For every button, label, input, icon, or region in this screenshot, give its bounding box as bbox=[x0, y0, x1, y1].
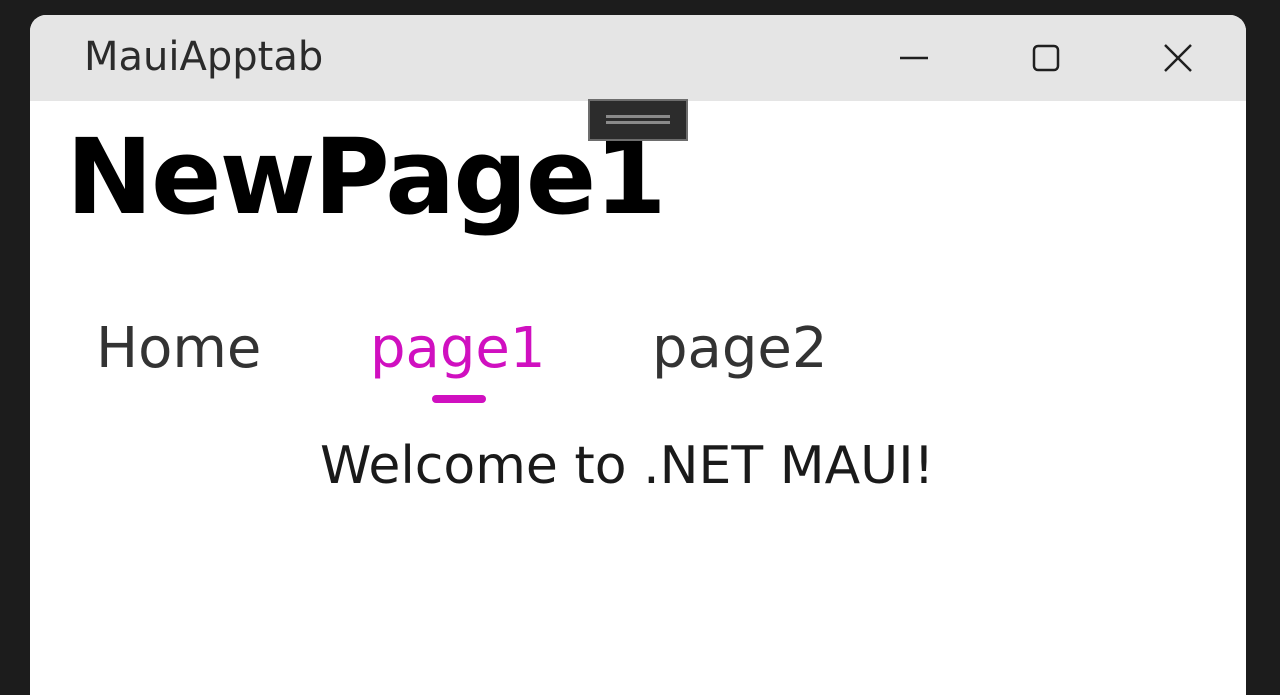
page-title: NewPage1 bbox=[66, 116, 667, 238]
tab-bar: Home page1 page2 bbox=[30, 315, 1246, 425]
window-title: MauiApptab bbox=[84, 34, 324, 80]
drag-handle-line bbox=[606, 121, 670, 124]
drag-handle[interactable] bbox=[588, 99, 688, 141]
selected-tab-indicator bbox=[432, 395, 486, 403]
maximize-button[interactable] bbox=[980, 15, 1112, 101]
maximize-icon bbox=[1032, 44, 1060, 72]
tab-home[interactable]: Home bbox=[96, 315, 261, 382]
tab-page1[interactable]: page1 bbox=[370, 315, 546, 382]
minimize-icon bbox=[900, 56, 928, 60]
drag-handle-line bbox=[606, 115, 670, 118]
welcome-label: Welcome to .NET MAUI! bbox=[320, 436, 935, 496]
title-bar[interactable]: MauiApptab bbox=[30, 15, 1246, 101]
close-button[interactable] bbox=[1112, 15, 1244, 101]
tab-page2[interactable]: page2 bbox=[652, 315, 828, 382]
close-icon bbox=[1164, 44, 1192, 72]
minimize-button[interactable] bbox=[848, 15, 980, 101]
app-window: MauiApptab NewPage1 Home page1 page2 Wel… bbox=[30, 15, 1246, 695]
